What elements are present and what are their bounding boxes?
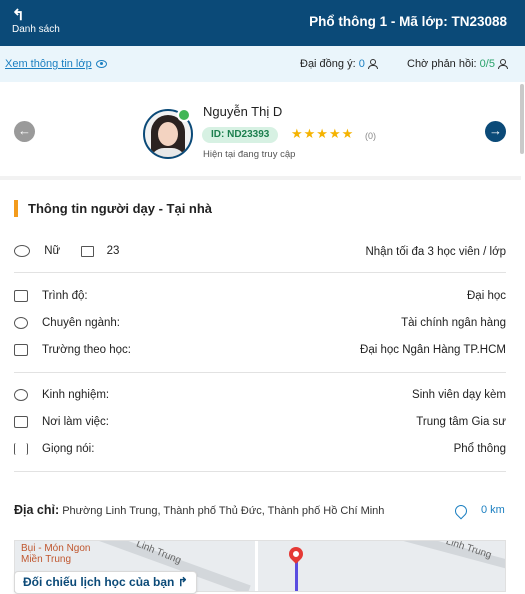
experience-icon (14, 389, 28, 401)
voice-value: Phổ thông (453, 443, 506, 455)
view-class-info-label: Xem thông tin lớp (5, 58, 92, 70)
experience-label: Kinh nghiệm: (42, 389, 110, 401)
location-pin-icon (452, 502, 470, 520)
school-value: Đại học Ngân Hàng TP.HCM (360, 344, 506, 356)
compare-schedule-button[interactable]: Đối chiếu lịch học của bạn ↱ (14, 571, 197, 594)
school-label: Trường theo học: (42, 344, 131, 356)
gender-icon (14, 245, 30, 257)
online-status-text: Hiện tại đang truy cập (203, 149, 296, 160)
briefcase-icon (14, 416, 28, 428)
section-title: Thông tin người dạy - Tại nhà (14, 200, 212, 217)
capacity-value: Nhận tối đa 3 học viên / lớp (365, 246, 506, 258)
divider (14, 372, 506, 373)
workplace-value: Trung tâm Gia sư (416, 416, 506, 428)
major-icon (14, 317, 28, 329)
experience-value: Sinh viên dạy kèm (412, 389, 506, 401)
agreed-label: Đại đồng ý: (300, 58, 356, 70)
book-icon (14, 290, 28, 302)
education-level-value: Đại học (467, 290, 506, 302)
class-status-bar: Xem thông tin lớp Đại đồng ý: 0 Chờ phản… (0, 46, 525, 82)
age-value: 23 (106, 245, 120, 258)
rating-stars: ★★★★★ (291, 126, 355, 141)
eye-icon (95, 60, 107, 69)
tutor-name: Nguyễn Thị D (203, 104, 283, 119)
divider (14, 471, 506, 472)
voice-label: Giọng nói: (42, 443, 95, 455)
person-icon (367, 59, 378, 70)
waiting-label: Chờ phản hồi: (407, 58, 477, 70)
next-tutor-button[interactable]: → (485, 121, 506, 142)
gender-age-row: Nữ 23 (14, 245, 119, 257)
divider (14, 272, 506, 273)
person-add-icon (497, 59, 508, 70)
cake-icon (81, 245, 95, 257)
previous-tutor-button[interactable]: ← (14, 121, 35, 142)
address-value: Phường Linh Trung, Thành phố Thủ Đức, Th… (62, 505, 385, 517)
education-level-label: Trình độ: (42, 290, 88, 302)
voice-icon (14, 443, 28, 455)
distance-value: 0 km (481, 504, 505, 516)
major-value: Tài chính ngân hàng (401, 317, 506, 329)
agreed-status: Đại đồng ý: 0 (300, 58, 378, 70)
section-divider (0, 176, 521, 180)
back-arrow-icon: ↰ (12, 7, 25, 24)
major-label: Chuyên ngành: (42, 317, 121, 329)
agreed-count: 0 (358, 58, 365, 70)
address-row: Địa chỉ: Phường Linh Trung, Thành phố Th… (14, 503, 384, 517)
tutor-id-badge: ID: ND23393 (202, 127, 279, 143)
back-button[interactable]: ↰ Danh sách (12, 7, 72, 35)
waiting-count: 0/5 (479, 58, 495, 70)
back-label: Danh sách (12, 24, 60, 35)
map-poi-label: Bụi - Món Ngon Miền Trung (21, 543, 91, 565)
page-title: Phổ thông 1 - Mã lớp: TN23088 (309, 14, 507, 29)
view-class-info-link[interactable]: Xem thông tin lớp (5, 58, 107, 70)
map-poi[interactable]: Bụi - Món Ngon Miền Trung (21, 543, 101, 565)
waiting-status: Chờ phản hồi: 0/5 (407, 58, 508, 70)
workplace-label: Nơi làm việc: (42, 416, 109, 428)
building-icon (14, 344, 28, 356)
map-route (295, 561, 338, 591)
top-app-bar: ↰ Danh sách Phổ thông 1 - Mã lớp: TN2308… (0, 0, 525, 46)
address-label: Địa chỉ: (14, 503, 60, 517)
scrollbar[interactable] (520, 84, 524, 154)
gender-value: Nữ (44, 245, 61, 258)
online-indicator (177, 108, 191, 122)
rating-count: (0) (365, 131, 376, 141)
